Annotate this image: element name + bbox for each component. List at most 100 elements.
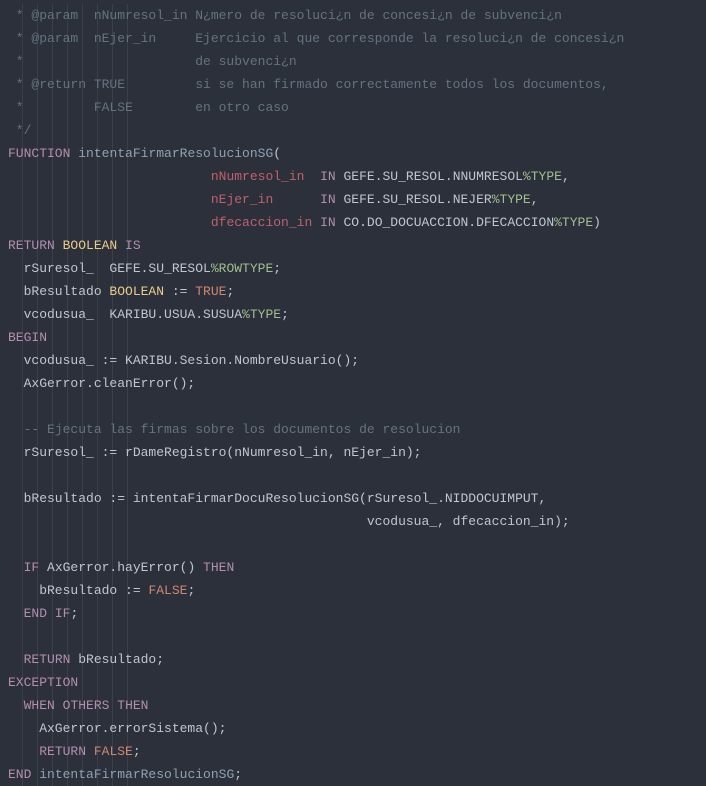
code-token: %TYPE [554,215,593,230]
code-token: ; [234,767,242,782]
code-editor[interactable]: * @param nNumresol_in N¿mero de resoluci… [0,4,706,786]
code-line[interactable]: * @return TRUE si se han firmado correct… [8,73,706,96]
code-token: * @param nEjer_in Ejercicio al que corre… [8,31,624,46]
code-token: -- Ejecuta las firmas sobre los document… [24,422,461,437]
code-line[interactable]: dfecaccion_in IN CO.DO_DOCUACCION.DFECAC… [8,211,706,234]
code-token: dfecaccion_in [211,215,312,230]
code-token: bResultado := [8,583,148,598]
code-line[interactable]: RETURN BOOLEAN IS [8,234,706,257]
code-token: vcodusua_, dfecaccion_in); [8,514,570,529]
code-token: BOOLEAN [63,238,118,253]
code-token: * @return TRUE si se han firmado correct… [8,77,609,92]
code-lines: * @param nNumresol_in N¿mero de resoluci… [8,4,706,786]
code-token [8,560,24,575]
code-token: END [24,606,47,621]
code-token: FUNCTION [8,146,70,161]
code-line[interactable]: WHEN OTHERS THEN [8,694,706,717]
code-line[interactable]: RETURN bResultado; [8,648,706,671]
code-token: rSuresol_ GEFE.SU_RESOL [8,261,211,276]
code-token: intentaFirmarResolucionSG [78,146,273,161]
code-token: ; [187,583,195,598]
code-line[interactable]: EXCEPTION [8,671,706,694]
code-token [8,169,211,184]
code-line[interactable]: END IF; [8,602,706,625]
code-token: ) [593,215,601,230]
code-token: vcodusua_ := KARIBU.Sesion.NombreUsuario… [8,353,359,368]
code-token: BOOLEAN [109,284,164,299]
code-line[interactable]: vcodusua_ := KARIBU.Sesion.NombreUsuario… [8,349,706,372]
code-token: bResultado; [70,652,164,667]
code-token: FALSE [148,583,187,598]
code-line[interactable]: * FALSE en otro caso [8,96,706,119]
code-line[interactable]: BEGIN [8,326,706,349]
code-token: RETURN [39,744,86,759]
code-token: ; [273,261,281,276]
code-token [312,192,320,207]
code-line[interactable]: RETURN FALSE; [8,740,706,763]
code-token [8,606,24,621]
code-token: FALSE [94,744,133,759]
code-token: %TYPE [242,307,281,322]
code-token: * FALSE en otro caso [8,100,289,115]
code-token: EXCEPTION [8,675,78,690]
code-line[interactable]: nNumresol_in IN GEFE.SU_RESOL.NNUMRESOL%… [8,165,706,188]
code-token: IF [55,606,71,621]
code-line[interactable] [8,395,706,418]
code-line[interactable]: IF AxGerror.hayError() THEN [8,556,706,579]
code-token [8,192,211,207]
code-line[interactable]: END intentaFirmarResolucionSG; [8,763,706,786]
code-line[interactable] [8,533,706,556]
code-line[interactable]: nEjer_in IN GEFE.SU_RESOL.NEJER%TYPE, [8,188,706,211]
code-token: := [164,284,195,299]
code-token: ; [133,744,141,759]
code-token: IF [24,560,40,575]
code-token: ; [70,606,78,621]
code-token: AxGerror.errorSistema(); [8,721,226,736]
code-token: RETURN [24,652,71,667]
code-token [55,238,63,253]
code-line[interactable]: rSuresol_ GEFE.SU_RESOL%ROWTYPE; [8,257,706,280]
code-token [31,767,39,782]
code-line[interactable]: bResultado BOOLEAN := TRUE; [8,280,706,303]
code-line[interactable]: AxGerror.errorSistema(); [8,717,706,740]
code-token: END [8,767,31,782]
code-token: */ [8,123,31,138]
code-token: rSuresol_ := rDameRegistro(nNumresol_in,… [8,445,421,460]
code-line[interactable]: * @param nEjer_in Ejercicio al que corre… [8,27,706,50]
code-token: nNumresol_in [211,169,312,184]
code-line[interactable]: */ [8,119,706,142]
code-token [312,215,320,230]
code-line[interactable] [8,464,706,487]
code-token: IS [125,238,141,253]
code-token [117,238,125,253]
code-line[interactable]: vcodusua_, dfecaccion_in); [8,510,706,533]
code-token: TRUE [195,284,226,299]
code-token: GEFE.SU_RESOL.NEJER [336,192,492,207]
code-token: IN [320,169,336,184]
code-line[interactable]: AxGerror.cleanError(); [8,372,706,395]
code-line[interactable]: bResultado := intentaFirmarDocuResolucio… [8,487,706,510]
code-line[interactable]: FUNCTION intentaFirmarResolucionSG( [8,142,706,165]
code-token: intentaFirmarResolucionSG [39,767,234,782]
code-token: IN [320,215,336,230]
code-token: , [531,192,539,207]
code-token: CO.DO_DOCUACCION.DFECACCION [336,215,554,230]
code-line[interactable]: vcodusua_ KARIBU.USUA.SUSUA%TYPE; [8,303,706,326]
code-token [8,215,211,230]
code-token: AxGerror.hayError() [39,560,203,575]
code-line[interactable]: * de subvenci¿n [8,50,706,73]
code-line[interactable]: bResultado := FALSE; [8,579,706,602]
code-line[interactable]: * @param nNumresol_in N¿mero de resoluci… [8,4,706,27]
code-token: %TYPE [523,169,562,184]
code-line[interactable] [8,625,706,648]
code-line[interactable]: -- Ejecuta las firmas sobre los document… [8,418,706,441]
code-token: vcodusua_ KARIBU.USUA.SUSUA [8,307,242,322]
code-token [8,652,24,667]
code-token: GEFE.SU_RESOL.NNUMRESOL [336,169,523,184]
code-line[interactable]: rSuresol_ := rDameRegistro(nNumresol_in,… [8,441,706,464]
code-token [47,606,55,621]
code-token: RETURN [8,238,55,253]
code-token: * de subvenci¿n [8,54,297,69]
code-token: * @param nNumresol_in N¿mero de resoluci… [8,8,562,23]
code-token [312,169,320,184]
